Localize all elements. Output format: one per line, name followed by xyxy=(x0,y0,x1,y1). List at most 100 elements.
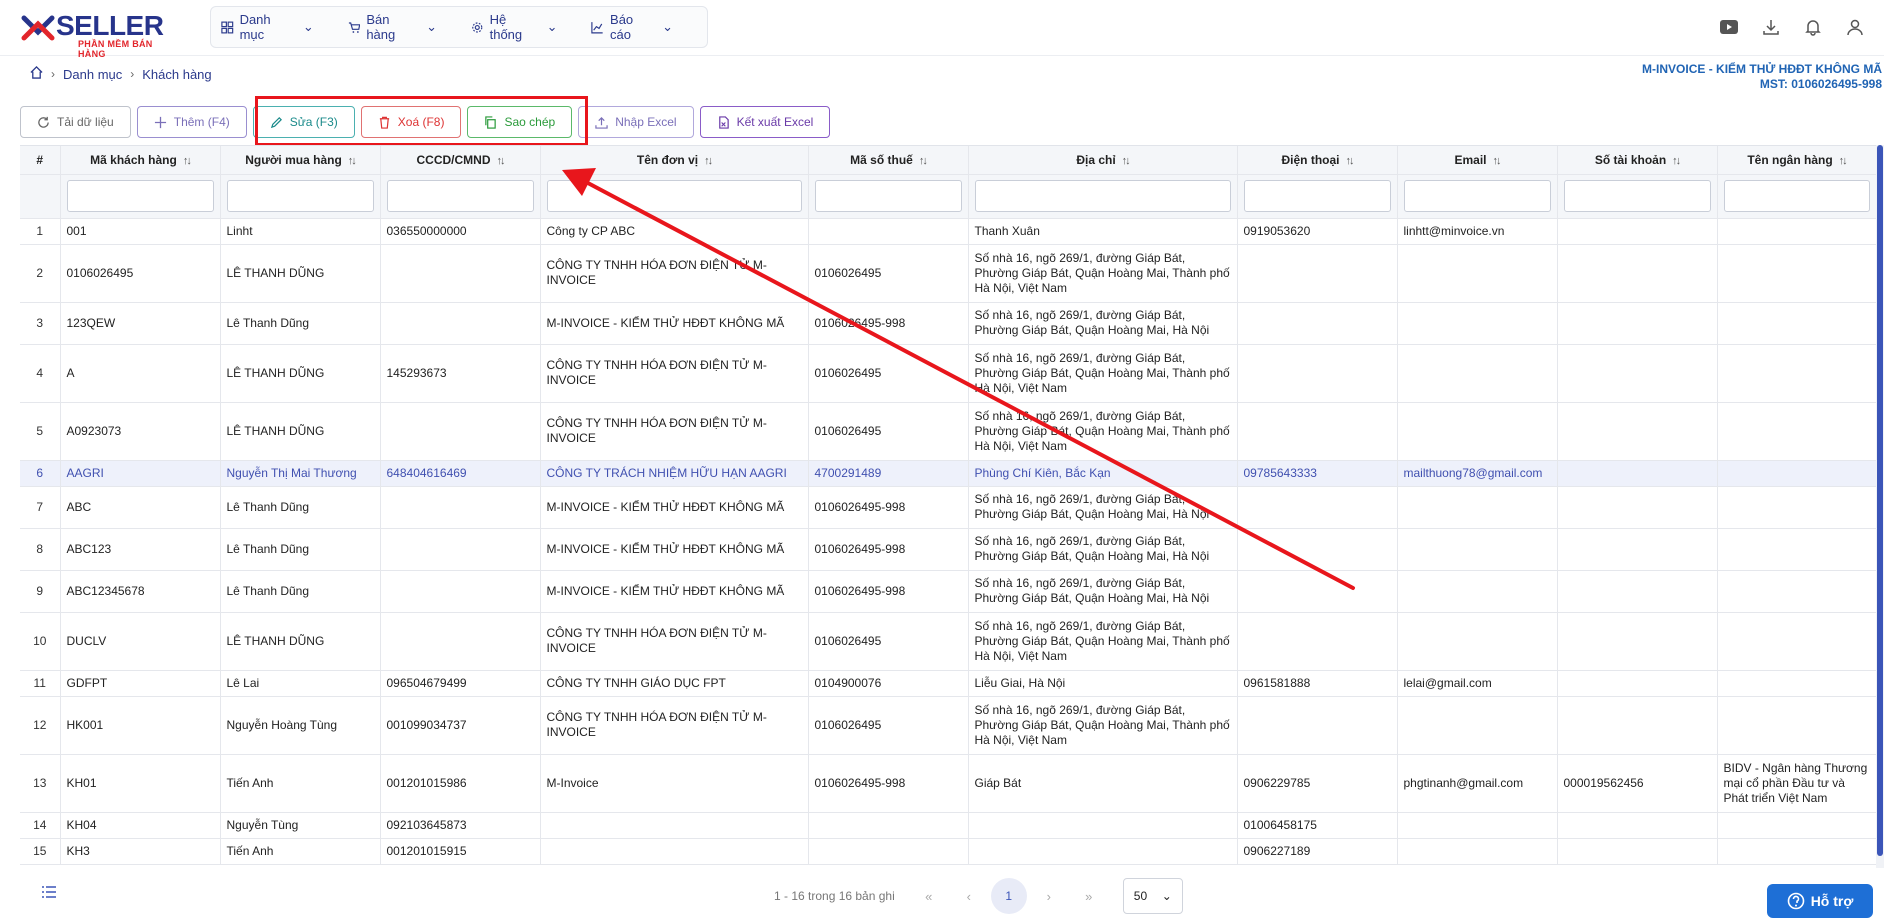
column-header[interactable]: Mã khách hàng ↑↓ xyxy=(60,146,221,175)
column-filter-input[interactable] xyxy=(1563,180,1711,212)
column-header[interactable]: CCCD/CMND ↑↓ xyxy=(380,146,541,175)
table-cell xyxy=(1397,612,1558,671)
column-filter-input[interactable] xyxy=(1243,180,1391,212)
column-header-label: CCCD/CMND xyxy=(416,152,491,167)
table-cell xyxy=(1237,344,1398,403)
scrollbar-thumb[interactable] xyxy=(1877,145,1883,856)
column-header[interactable]: Địa chỉ ↑↓ xyxy=(968,146,1238,175)
column-header[interactable]: Người mua hàng ↑↓ xyxy=(220,146,381,175)
table-row[interactable]: 12 HK001 Nguyễn Hoàng Tùng 001099034737 CÔNG… xyxy=(20,696,1876,755)
edit-button[interactable]: Sửa (F3) xyxy=(252,106,355,138)
table-cell: 15 xyxy=(20,838,61,865)
table-row[interactable]: 13 KH01 Tiến Anh 001201015986 M-Invoice 01060… xyxy=(20,754,1876,813)
column-filter-input[interactable] xyxy=(386,180,534,212)
table-cell xyxy=(1237,402,1398,461)
nav-ban-hang[interactable]: Bán hàng ⌄ xyxy=(348,12,437,42)
sort-icon[interactable]: ↑↓ xyxy=(1839,155,1848,167)
button-label: Sửa (F3) xyxy=(289,115,338,129)
column-filter-input[interactable] xyxy=(1723,180,1870,212)
delete-button[interactable]: Xoá (F8) xyxy=(360,106,462,138)
grid-icon xyxy=(221,21,234,33)
table-cell: 648404616469 xyxy=(380,460,541,487)
table-row[interactable]: 11 GDFPT Lê Lai 096504679499 CÔNG TY TNHH GI… xyxy=(20,670,1876,697)
column-header[interactable]: Tên đơn vị ↑↓ xyxy=(540,146,809,175)
table-row[interactable]: 7 ABC Lê Thanh Dũng M-INVOICE - KIỂM THỬ HĐ… xyxy=(20,486,1876,529)
button-label: Kết xuất Excel xyxy=(736,115,814,129)
refresh-button[interactable]: Tải dữ liệu xyxy=(20,106,131,138)
bell-icon[interactable] xyxy=(1802,16,1824,38)
column-filter-input[interactable] xyxy=(974,180,1231,212)
next-page-icon[interactable]: › xyxy=(1029,878,1069,914)
sort-icon[interactable]: ↑↓ xyxy=(1672,155,1681,167)
help-button[interactable]: Hỗ trợ xyxy=(1767,884,1873,918)
file-export-icon xyxy=(718,115,729,129)
page-size-select[interactable]: 50 ⌄ xyxy=(1122,878,1183,914)
first-page-icon[interactable]: « xyxy=(909,878,949,914)
table-cell xyxy=(1397,486,1558,529)
import-excel-button[interactable]: Nhập Excel xyxy=(578,106,694,138)
table-cell: Lê Thanh Dũng xyxy=(220,486,381,529)
table-cell: 6 xyxy=(20,460,61,487)
logo[interactable]: SELLER PHẦN MỀM BÁN HÀNG xyxy=(18,8,178,59)
table-row[interactable]: 3 123QEW Lê Thanh Dũng M-INVOICE - KIỂM THỬ… xyxy=(20,302,1876,345)
current-page[interactable]: 1 xyxy=(990,878,1027,914)
nav-he-thong[interactable]: Hệ thống ⌄ xyxy=(471,12,557,42)
column-header[interactable]: Tên ngân hàng ↑↓ xyxy=(1717,146,1876,175)
table-cell xyxy=(1397,344,1558,403)
column-header[interactable]: # xyxy=(20,146,61,175)
nav-danh-muc[interactable]: Danh mục ⌄ xyxy=(221,12,314,42)
column-header[interactable]: Email ↑↓ xyxy=(1397,146,1558,175)
copy-button[interactable]: Sao chép xyxy=(467,106,573,138)
sort-icon[interactable]: ↑↓ xyxy=(1122,155,1131,167)
sort-icon[interactable]: ↑↓ xyxy=(1493,155,1502,167)
breadcrumb-item[interactable]: Khách hàng xyxy=(142,67,211,82)
column-header[interactable]: Số tài khoản ↑↓ xyxy=(1557,146,1718,175)
table-row[interactable]: 10 DUCLV LÊ THANH DŨNG CÔNG TY TNHH HÓA ĐƠN… xyxy=(20,612,1876,671)
sort-icon[interactable]: ↑↓ xyxy=(348,155,357,167)
column-filter-input[interactable] xyxy=(226,180,374,212)
table-row[interactable]: 8 ABC123 Lê Thanh Dũng M-INVOICE - KIỂM THỬ… xyxy=(20,528,1876,571)
youtube-icon[interactable] xyxy=(1718,16,1740,38)
column-filter-input[interactable] xyxy=(546,180,802,212)
add-button[interactable]: Thêm (F4) xyxy=(136,106,247,138)
sort-icon[interactable]: ↑↓ xyxy=(1346,155,1355,167)
table-row[interactable]: 6 AAGRI Nguyễn Thị Mai Thương 648404616469 C… xyxy=(20,460,1876,487)
list-icon[interactable] xyxy=(42,886,56,901)
column-header[interactable]: Mã số thuế ↑↓ xyxy=(808,146,969,175)
home-icon[interactable] xyxy=(30,66,43,82)
table-cell: ABC12345678 xyxy=(60,570,221,613)
company-info: M-INVOICE - KIỂM THỬ HĐĐT KHÔNG MÃ MST: … xyxy=(1642,62,1882,92)
download-icon[interactable] xyxy=(1760,16,1782,38)
sort-icon[interactable]: ↑↓ xyxy=(919,155,928,167)
refresh-icon xyxy=(38,116,49,128)
vertical-scrollbar[interactable] xyxy=(1876,145,1884,868)
table-row[interactable]: 9 ABC12345678 Lê Thanh Dũng M-INVOICE - KIỂ… xyxy=(20,570,1876,613)
table-cell: Thanh Xuân xyxy=(968,218,1238,245)
table-row[interactable]: 4 A LÊ THANH DŨNG 145293673 CÔNG TY TNHH HÓA… xyxy=(20,344,1876,403)
table-row[interactable]: 14 KH04 Nguyễn Tùng 092103645873 01006458175 xyxy=(20,812,1876,839)
column-header[interactable]: Điện thoại ↑↓ xyxy=(1237,146,1398,175)
sort-icon[interactable]: ↑↓ xyxy=(704,155,713,167)
table-row[interactable]: 2 0106026495 LÊ THANH DŨNG CÔNG TY TNHH HÓA… xyxy=(20,244,1876,303)
column-filter-input[interactable] xyxy=(1403,180,1551,212)
table-cell xyxy=(1717,218,1876,245)
table-row[interactable]: 1 001 Linht 036550000000 Công ty CP ABC Thanh… xyxy=(20,218,1876,245)
last-page-icon[interactable]: » xyxy=(1069,878,1109,914)
table-cell: Liễu Giai, Hà Nội xyxy=(968,670,1238,697)
prev-page-icon[interactable]: ‹ xyxy=(949,878,989,914)
table-row[interactable]: 15 KH3 Tiến Anh 001201015915 0906227189 xyxy=(20,838,1876,865)
user-icon[interactable] xyxy=(1844,16,1866,38)
table-cell xyxy=(1237,244,1398,303)
sort-icon[interactable]: ↑↓ xyxy=(183,155,192,167)
export-excel-button[interactable]: Kết xuất Excel xyxy=(699,106,831,138)
table-cell xyxy=(1237,528,1398,571)
nav-bao-cao[interactable]: Báo cáo ⌄ xyxy=(591,12,673,42)
table-cell: 001201015986 xyxy=(380,754,541,813)
table-cell xyxy=(1237,612,1398,671)
table-row[interactable]: 5 A0923073 LÊ THANH DŨNG CÔNG TY TNHH HÓA Đ… xyxy=(20,402,1876,461)
column-filter-input[interactable] xyxy=(66,180,214,212)
sort-icon[interactable]: ↑↓ xyxy=(497,155,506,167)
column-filter-input[interactable] xyxy=(814,180,962,212)
breadcrumb-item[interactable]: Danh mục xyxy=(63,67,122,82)
table-cell xyxy=(1717,812,1876,839)
